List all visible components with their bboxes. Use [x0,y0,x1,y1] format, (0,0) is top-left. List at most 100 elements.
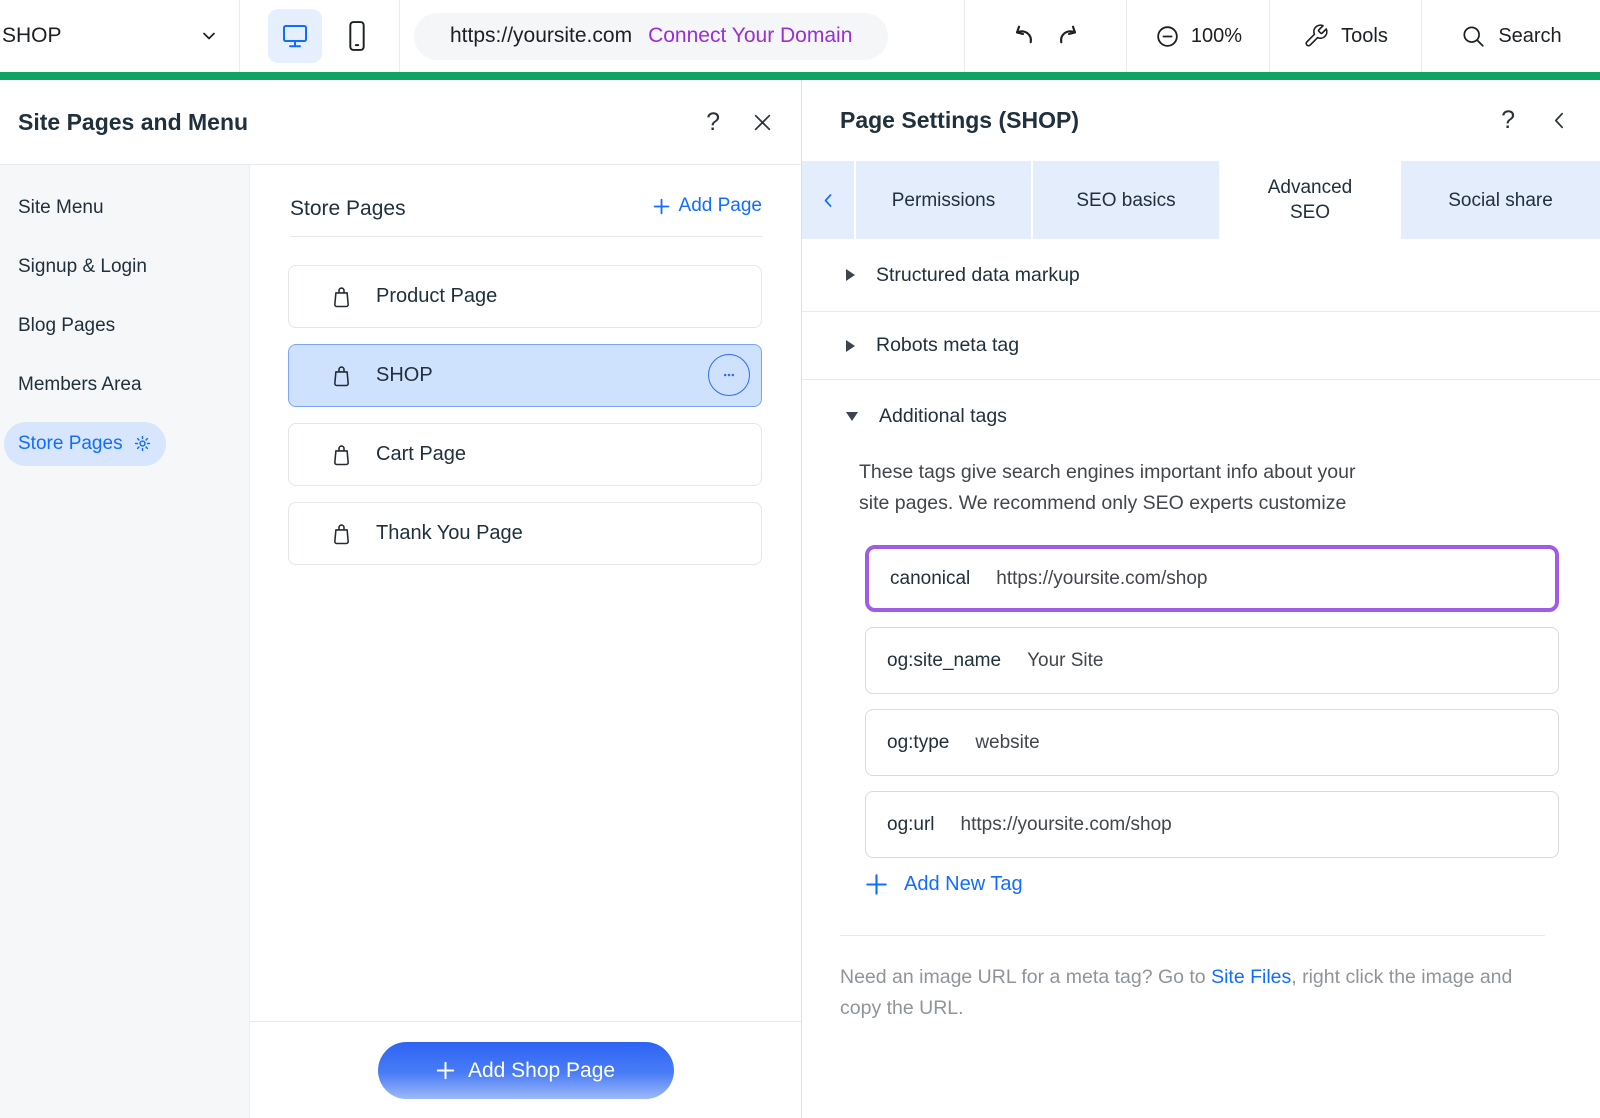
tab-advanced-seo[interactable]: Advanced SEO [1221,161,1399,239]
sidebar-item-store-pages[interactable]: Store Pages [0,414,249,473]
pages-sidebar: Site Menu Signup & Login Blog Pages Memb… [0,165,250,1118]
store-pages-title: Store Pages [290,197,406,221]
additional-tags-description: These tags give search engines important… [859,457,1600,519]
plus-icon [866,874,887,895]
caret-down-icon [846,412,858,421]
page-selector[interactable]: SHOP [0,0,240,72]
ellipsis-icon [719,365,739,385]
add-new-tag-label: Add New Tag [904,873,1023,896]
tabs-scroll-left-button[interactable] [802,161,854,239]
zoom-out-icon [1154,23,1181,50]
sidebar-item-label: Site Menu [18,197,104,219]
tab-seo-basics[interactable]: SEO basics [1033,161,1219,239]
undo-button[interactable] [1007,21,1037,51]
add-page-label: Add Page [679,195,762,217]
search-label: Search [1498,25,1561,48]
panel-title: Site Pages and Menu [18,109,248,136]
redo-button[interactable] [1055,21,1085,51]
plus-icon [436,1061,455,1080]
tools-label: Tools [1341,25,1388,48]
section-additional-tags[interactable]: Additional tags [802,380,1600,452]
store-pages-list: Product Page SHOP Cart Page [288,265,762,565]
chevron-down-icon [199,26,219,46]
section-structured-data-markup[interactable]: Structured data markup [802,239,1600,312]
store-pages-footer: Add Shop Page [250,1021,801,1118]
editor-topbar: SHOP https://yoursite.com Connect Your D… [0,0,1600,72]
url-bar-section: https://yoursite.com Connect Your Domain [400,0,965,72]
redo-icon [1055,21,1085,51]
meta-tag-canonical[interactable]: canonical https://yoursite.com/shop [865,545,1559,612]
wrench-icon [1303,23,1329,49]
plus-icon [653,198,670,215]
tag-value: https://yoursite.com/shop [996,568,1207,590]
site-files-link[interactable]: Site Files [1211,966,1291,988]
shopping-bag-icon [329,521,354,546]
tools-menu[interactable]: Tools [1270,0,1422,72]
store-pages-content: Store Pages Add Page Product Page [250,165,801,1118]
page-item-label: Thank You Page [376,522,523,545]
sidebar-item-signup-login[interactable]: Signup & Login [0,237,249,296]
tag-value: https://yoursite.com/shop [961,814,1172,836]
zoom-control[interactable]: 100% [1127,0,1270,72]
sidebar-item-label: Blog Pages [18,315,115,337]
mobile-view-button[interactable] [342,19,372,53]
search-icon [1460,23,1486,49]
sidebar-item-label: Signup & Login [18,256,147,278]
meta-tag-og-url[interactable]: og:url https://yoursite.com/shop [865,791,1559,858]
divider [290,236,762,237]
add-shop-page-button[interactable]: Add Shop Page [378,1042,674,1099]
help-icon[interactable]: ? [706,108,720,137]
topbar-accent-bar [0,72,1600,80]
site-pages-panel: Site Pages and Menu ? Site Menu Signup &… [0,80,801,1118]
section-label: Structured data markup [876,264,1080,287]
page-settings-header: Page Settings (SHOP) ? [802,80,1600,161]
settings-tabs: Permissions SEO basics Advanced SEO Soci… [802,161,1600,239]
site-url-bar[interactable]: https://yoursite.com Connect Your Domain [414,13,888,60]
page-item-product-page[interactable]: Product Page [288,265,762,328]
page-item-label: Cart Page [376,443,466,466]
page-item-label: Product Page [376,285,497,308]
help-icon[interactable]: ? [1501,106,1515,135]
page-item-cart-page[interactable]: Cart Page [288,423,762,486]
page-item-shop[interactable]: SHOP [288,344,762,407]
site-pages-panel-header: Site Pages and Menu ? [0,80,801,165]
zoom-level: 100% [1191,25,1242,48]
sidebar-item-label: Members Area [18,374,142,396]
sidebar-item-blog-pages[interactable]: Blog Pages [0,296,249,355]
section-label: Robots meta tag [876,334,1019,357]
collapse-panel-icon[interactable] [1549,110,1570,131]
gear-icon[interactable] [133,434,152,453]
panel-title: Page Settings (SHOP) [840,107,1079,134]
page-settings-panel: Page Settings (SHOP) ? Permissions SEO b… [802,80,1600,1118]
hint-text: Need an image URL for a meta tag? Go to [840,966,1211,988]
tag-value: website [975,732,1039,754]
undo-icon [1007,21,1037,51]
sidebar-item-site-menu[interactable]: Site Menu [0,178,249,237]
tab-social-share[interactable]: Social share [1401,161,1600,239]
page-selector-label: SHOP [2,24,62,48]
shopping-bag-icon [329,363,354,388]
desktop-view-button[interactable] [268,9,322,63]
device-switcher [240,0,400,72]
tag-name: og:url [887,814,935,836]
meta-tag-og-type[interactable]: og:type website [865,709,1559,776]
add-page-button[interactable]: Add Page [653,195,762,217]
page-options-button[interactable] [708,354,750,396]
close-icon[interactable] [752,112,773,133]
caret-right-icon [846,340,855,352]
meta-tag-fields: canonical https://yoursite.com/shop og:s… [865,545,1600,858]
tab-permissions[interactable]: Permissions [856,161,1031,239]
chevron-left-icon [820,192,837,209]
section-label: Additional tags [879,405,1007,428]
site-files-hint: Need an image URL for a meta tag? Go to … [840,962,1552,1024]
sidebar-item-members-area[interactable]: Members Area [0,355,249,414]
add-new-tag-button[interactable]: Add New Tag [866,873,1023,896]
search-menu[interactable]: Search [1422,0,1600,72]
connect-domain-link[interactable]: Connect Your Domain [648,24,852,48]
tag-name: canonical [890,568,970,590]
meta-tag-og-site-name[interactable]: og:site_name Your Site [865,627,1559,694]
section-robots-meta-tag[interactable]: Robots meta tag [802,312,1600,380]
tag-name: og:type [887,732,949,754]
page-item-thank-you-page[interactable]: Thank You Page [288,502,762,565]
sidebar-item-label: Store Pages [18,433,123,455]
